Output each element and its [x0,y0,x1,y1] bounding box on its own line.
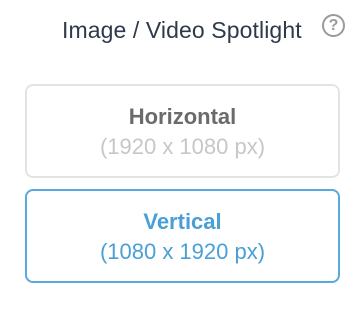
horizontal-option-button[interactable]: Horizontal (1920 x 1080 px) [25,84,340,178]
question-circle-icon[interactable]: ? [322,14,345,37]
panel-header: Image / Video Spotlight ? [0,0,362,66]
orientation-panel: Image / Video Spotlight ? Horizontal (19… [0,0,362,334]
page-title: Image / Video Spotlight [62,17,302,43]
horizontal-option-label: Horizontal [128,104,237,129]
vertical-option-label: Vertical [143,209,222,234]
vertical-option-button[interactable]: Vertical (1080 x 1920 px) [25,189,340,283]
horizontal-option-dimensions: (1920 x 1080 px) [99,134,266,159]
vertical-option-dimensions: (1080 x 1920 px) [99,239,266,264]
